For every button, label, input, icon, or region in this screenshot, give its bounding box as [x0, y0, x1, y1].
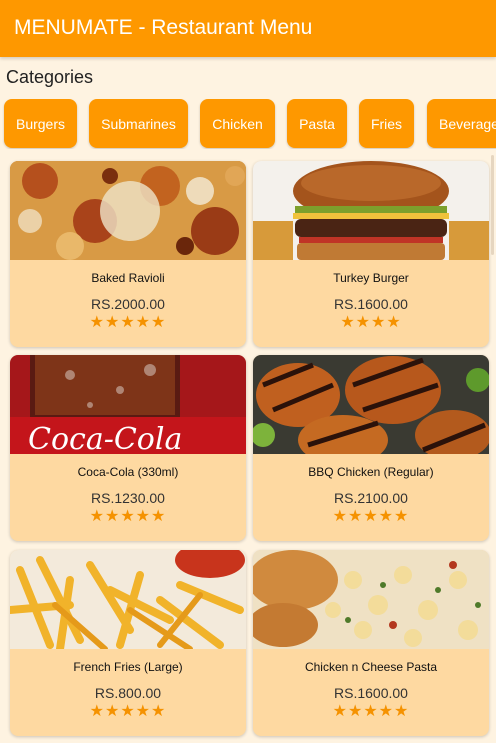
app-title: MENUMATE - Restaurant Menu: [14, 16, 313, 39]
categories-heading: Categories: [6, 67, 94, 87]
menu-card[interactable]: Turkey Burger RS.1600.00 ★★★★: [253, 161, 489, 347]
category-chip-list[interactable]: Burgers Submarines Chicken Pasta Fries B…: [0, 99, 496, 149]
rating-stars-icon: ★★★★★: [332, 703, 410, 720]
ravioli-image: [10, 161, 246, 260]
scrollbar-thumb[interactable]: [491, 155, 494, 255]
pasta-image: [253, 550, 489, 649]
category-chip-fries[interactable]: Fries: [359, 99, 414, 148]
menu-item-price: RS.2000.00: [91, 296, 165, 312]
menu-card[interactable]: Chicken n Cheese Pasta RS.1600.00 ★★★★★: [253, 550, 489, 736]
menu-item-name: Chicken n Cheese Pasta: [304, 660, 438, 674]
category-chip-burgers[interactable]: Burgers: [4, 99, 77, 148]
menu-card[interactable]: French Fries (Large) RS.800.00 ★★★★★: [10, 550, 246, 736]
category-chip-beverages[interactable]: Beverages: [427, 99, 496, 148]
menu-item-price: RS.1600.00: [334, 685, 408, 701]
menu-item-price: RS.1600.00: [334, 296, 408, 312]
coca-cola-image: Coca-Cola: [10, 355, 246, 454]
menu-item-name: Baked Ravioli: [91, 271, 165, 285]
rating-stars-icon: ★★★★★: [89, 703, 167, 720]
menu-card[interactable]: Baked Ravioli RS.2000.00 ★★★★★: [10, 161, 246, 347]
category-chip-chicken[interactable]: Chicken: [200, 99, 275, 148]
menu-item-name: BBQ Chicken (Regular): [308, 465, 434, 479]
rating-stars-icon: ★★★★: [340, 314, 402, 331]
bbq-chicken-image: [253, 355, 489, 454]
burger-image: [253, 161, 489, 260]
menu-item-price: RS.800.00: [94, 685, 162, 701]
coca-cola-logo: Coca-Cola: [28, 422, 182, 454]
fries-image: [10, 550, 246, 649]
rating-stars-icon: ★★★★★: [89, 314, 167, 331]
category-chip-submarines[interactable]: Submarines: [89, 99, 188, 148]
menu-card[interactable]: Coca-Cola Coca-Cola (330ml) RS.1230.00 ★…: [10, 355, 246, 541]
menu-item-name: Coca-Cola (330ml): [77, 465, 179, 479]
category-chip-pasta[interactable]: Pasta: [287, 99, 347, 148]
menu-item-name: Turkey Burger: [333, 271, 409, 285]
menu-item-name: French Fries (Large): [73, 660, 183, 674]
menu-item-price: RS.2100.00: [334, 490, 408, 506]
app-bar: MENUMATE - Restaurant Menu: [0, 0, 496, 57]
menu-card[interactable]: BBQ Chicken (Regular) RS.2100.00 ★★★★★: [253, 355, 489, 541]
rating-stars-icon: ★★★★★: [332, 508, 410, 525]
menu-item-price: RS.1230.00: [91, 490, 165, 506]
menu-grid[interactable]: Baked Ravioli RS.2000.00 ★★★★★ Turkey Bu…: [0, 155, 496, 743]
rating-stars-icon: ★★★★★: [89, 508, 167, 525]
